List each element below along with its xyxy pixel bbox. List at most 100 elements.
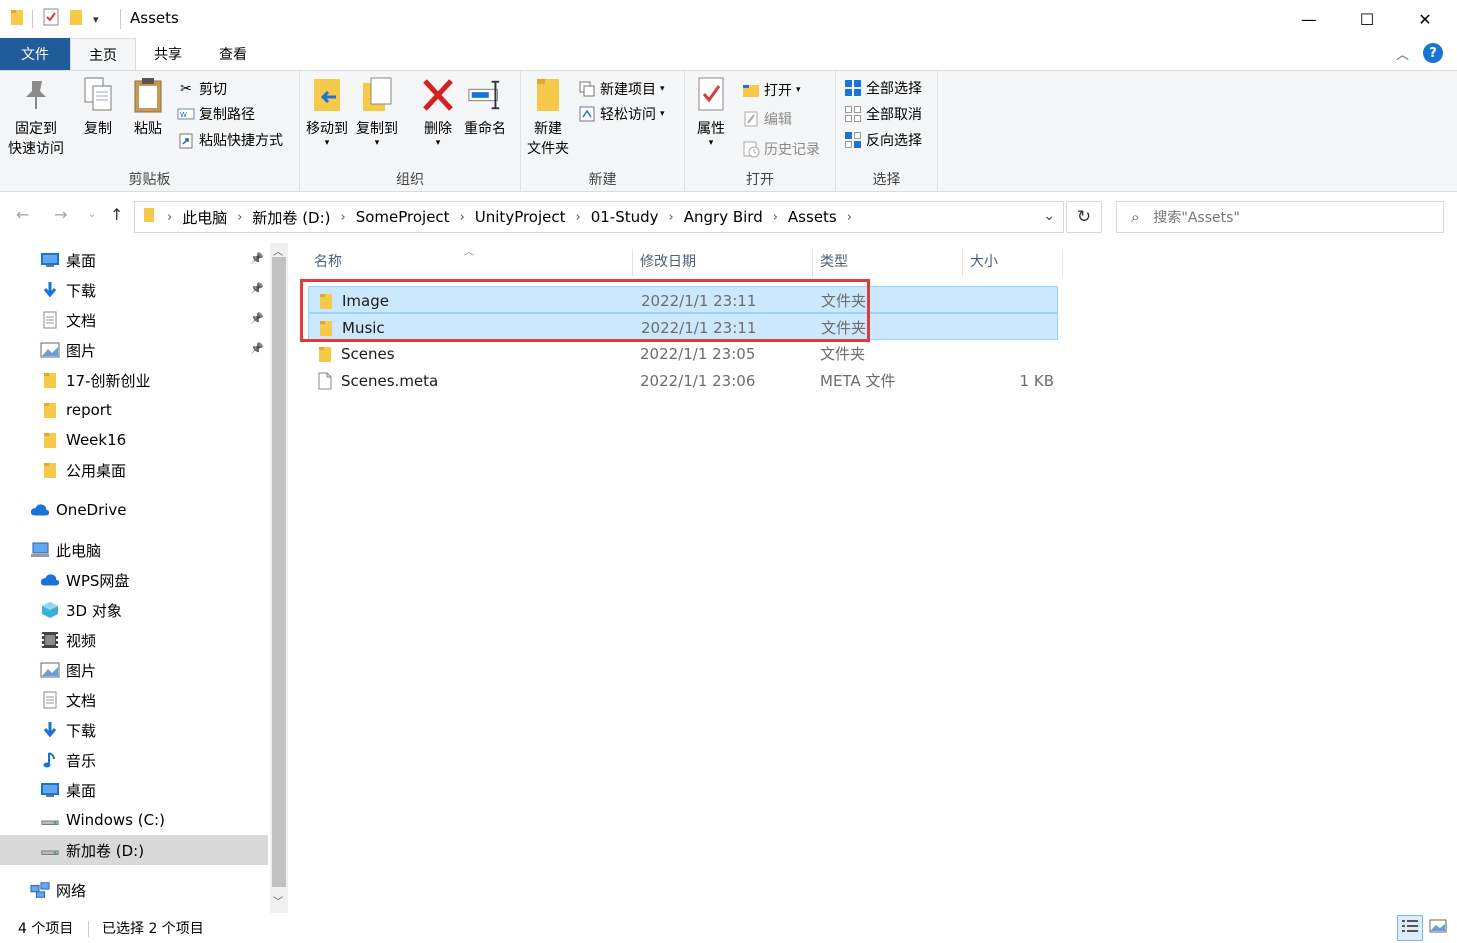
sidebar-item[interactable]: 公用桌面 bbox=[0, 455, 268, 485]
new-folder-quick-icon[interactable] bbox=[69, 8, 83, 30]
chevron-right-icon[interactable]: › bbox=[847, 210, 852, 225]
invert-selection-button[interactable]: 反向选择 bbox=[844, 128, 922, 152]
pin-quick-access-button[interactable]: 固定到 快速访问 bbox=[8, 75, 64, 159]
sidebar-item[interactable]: 图片 bbox=[0, 655, 268, 685]
sidebar-item[interactable]: report bbox=[0, 395, 268, 425]
window-title: Assets bbox=[130, 9, 179, 27]
easy-access-button[interactable]: 轻松访问 ▾ bbox=[578, 102, 665, 126]
sidebar-item[interactable]: Windows (C:) bbox=[0, 805, 268, 835]
history-button[interactable]: 历史记录 bbox=[742, 137, 820, 161]
breadcrumb-item[interactable]: 01-Study bbox=[591, 208, 659, 226]
breadcrumb-item[interactable]: Angry Bird bbox=[684, 208, 763, 226]
sidebar-item[interactable]: 网络 bbox=[0, 875, 268, 905]
sidebar-item[interactable]: 桌面 bbox=[0, 775, 268, 805]
address-bar[interactable]: › 此电脑 › 新加卷 (D:) › SomeProject › UnityProject ›… bbox=[134, 201, 1064, 233]
sidebar-item-label: 图片 bbox=[66, 661, 97, 680]
close-button[interactable]: ✕ bbox=[1396, 0, 1454, 38]
chevron-right-icon[interactable]: › bbox=[773, 210, 778, 225]
edit-button[interactable]: 编辑 bbox=[742, 107, 792, 131]
sidebar-item[interactable]: 文档 bbox=[0, 685, 268, 715]
sidebar-item[interactable]: 音乐 bbox=[0, 745, 268, 775]
sidebar-item[interactable]: 图片 📌 bbox=[0, 335, 268, 365]
copy-to-button[interactable]: 复制到 ▾ bbox=[356, 75, 398, 148]
breadcrumb-item[interactable]: 新加卷 (D:) bbox=[252, 207, 330, 228]
tab-view[interactable]: 查看 bbox=[200, 38, 266, 70]
sidebar-item[interactable]: 此电脑 bbox=[0, 535, 268, 565]
tab-file[interactable]: 文件 bbox=[0, 38, 70, 70]
breadcrumb-item[interactable]: UnityProject bbox=[475, 208, 566, 226]
tab-home[interactable]: 主页 bbox=[70, 38, 136, 71]
new-item-button[interactable]: 新建项目 ▾ bbox=[578, 77, 665, 101]
chevron-right-icon[interactable]: › bbox=[167, 210, 172, 225]
folder-icon bbox=[318, 340, 332, 367]
sidebar-item[interactable]: 桌面 📌 bbox=[0, 245, 268, 275]
chevron-right-icon[interactable]: › bbox=[460, 210, 465, 225]
sidebar-item[interactable]: 3D 对象 bbox=[0, 595, 268, 625]
rename-button[interactable]: 重命名 bbox=[464, 75, 506, 139]
properties-button[interactable]: 属性 ▾ bbox=[693, 75, 729, 148]
back-arrow-icon[interactable]: ← bbox=[16, 205, 29, 224]
table-row[interactable]: Music 2022/1/1 23:11 文件夹 bbox=[308, 313, 1058, 340]
breadcrumb-item[interactable]: SomeProject bbox=[356, 208, 450, 226]
sidebar-item[interactable]: Week16 bbox=[0, 425, 268, 455]
sidebar-item[interactable]: 下载 bbox=[0, 715, 268, 745]
properties-check-icon[interactable] bbox=[43, 8, 59, 30]
delete-button[interactable]: 删除 ▾ bbox=[420, 75, 456, 148]
table-row[interactable]: Scenes.meta 2022/1/1 23:06 META 文件 1 KB bbox=[308, 367, 1058, 394]
refresh-button[interactable]: ↻ bbox=[1066, 201, 1102, 233]
column-header-date[interactable]: 修改日期 bbox=[632, 243, 812, 279]
recent-locations-chevron-icon[interactable]: ⌄ bbox=[88, 209, 96, 220]
chevron-right-icon[interactable]: › bbox=[237, 210, 242, 225]
up-arrow-icon[interactable]: ↑ bbox=[110, 205, 123, 224]
breadcrumb-item[interactable]: 此电脑 bbox=[182, 207, 227, 228]
breadcrumb-item[interactable]: Assets bbox=[788, 208, 837, 226]
navigation-bar: ← → ⌄ ↑ › 此电脑 › 新加卷 (D:) › SomeProject › Unity… bbox=[0, 193, 1457, 243]
customize-dropdown-icon[interactable]: ▾ bbox=[93, 13, 99, 26]
sidebar-item[interactable]: 17-创新创业 bbox=[0, 365, 268, 395]
column-header-name[interactable]: 名称 bbox=[306, 243, 632, 279]
details-view-button[interactable] bbox=[1397, 915, 1423, 941]
chevron-right-icon[interactable]: › bbox=[341, 210, 346, 225]
pin-icon: 📌 bbox=[250, 252, 264, 265]
cut-button[interactable]: ✂ 剪切 bbox=[177, 77, 227, 101]
table-row[interactable]: Image 2022/1/1 23:11 文件夹 bbox=[308, 286, 1058, 313]
pin-icon: 📌 bbox=[250, 312, 264, 325]
select-none-button[interactable]: 全部取消 bbox=[844, 102, 922, 126]
maximize-button[interactable]: ☐ bbox=[1338, 0, 1396, 38]
copy-button[interactable]: 复制 bbox=[80, 75, 116, 139]
new-folder-button[interactable]: 新建 文件夹 bbox=[527, 75, 569, 159]
chevron-down-icon[interactable]: ⌄ bbox=[1043, 208, 1055, 224]
paste-shortcut-button[interactable]: 粘贴快捷方式 bbox=[177, 128, 283, 152]
paste-button[interactable]: 粘贴 bbox=[130, 75, 166, 139]
help-icon[interactable]: ? bbox=[1423, 43, 1443, 63]
chevron-right-icon[interactable]: › bbox=[576, 210, 581, 225]
search-box[interactable]: ⌕ 搜索"Assets" bbox=[1116, 201, 1444, 233]
scroll-down-icon[interactable]: ﹀ bbox=[273, 893, 283, 908]
sidebar-item[interactable]: 文档 📌 bbox=[0, 305, 268, 335]
select-all-button[interactable]: 全部选择 bbox=[844, 76, 922, 100]
collapse-ribbon-icon[interactable]: ︿ bbox=[1396, 44, 1409, 63]
tab-share[interactable]: 共享 bbox=[136, 38, 200, 70]
scroll-up-icon[interactable]: ︿ bbox=[273, 243, 283, 258]
column-header-type[interactable]: 类型 bbox=[812, 243, 962, 279]
sidebar-scrollbar[interactable]: ︿ ﹀ bbox=[270, 243, 288, 913]
minimize-button[interactable]: — bbox=[1280, 0, 1338, 38]
forward-arrow-icon[interactable]: → bbox=[54, 205, 67, 224]
move-to-button[interactable]: 移动到 ▾ bbox=[306, 75, 348, 148]
chevron-right-icon[interactable]: › bbox=[669, 210, 674, 225]
search-input[interactable]: 搜索"Assets" bbox=[1153, 207, 1239, 227]
download-icon bbox=[40, 720, 60, 740]
sidebar-item[interactable]: 下载 📌 bbox=[0, 275, 268, 305]
open-button[interactable]: 打开 ▾ bbox=[742, 78, 801, 102]
copy-path-button[interactable]: W 复制路径 bbox=[177, 102, 255, 126]
sidebar-item[interactable]: OneDrive bbox=[0, 495, 268, 525]
sidebar-item[interactable]: 新加卷 (D:) bbox=[0, 835, 268, 865]
column-header-size[interactable]: 大小 bbox=[962, 243, 1062, 279]
sidebar-item[interactable]: WPS网盘 bbox=[0, 565, 268, 595]
sidebar-item-label: OneDrive bbox=[56, 501, 127, 519]
table-row[interactable]: Scenes 2022/1/1 23:05 文件夹 bbox=[308, 340, 1058, 367]
scroll-thumb[interactable] bbox=[272, 257, 286, 887]
folder-icon bbox=[40, 370, 60, 390]
sidebar-item[interactable]: 视频 bbox=[0, 625, 268, 655]
large-icons-view-button[interactable] bbox=[1425, 915, 1451, 941]
